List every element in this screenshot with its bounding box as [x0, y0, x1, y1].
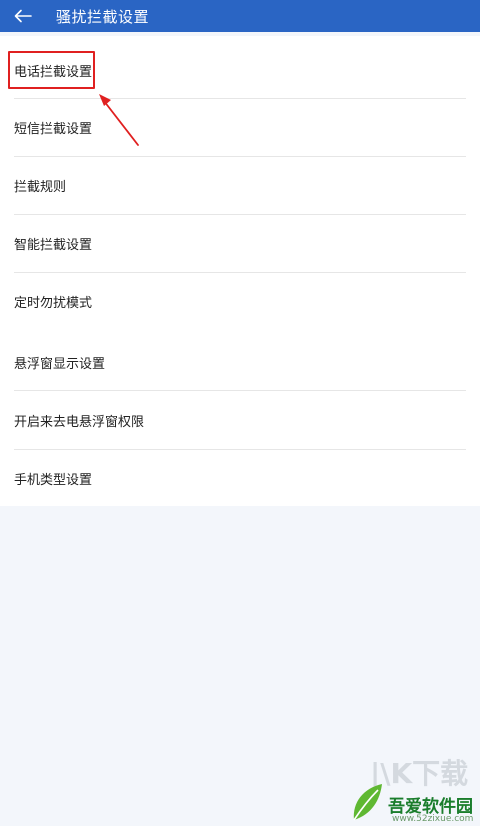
- annotation-arrow: [99, 94, 139, 146]
- watermark: |\K下载 吾爱软件园 www.52zixue.com: [340, 740, 480, 826]
- leaf-logo-icon: [353, 784, 382, 821]
- watermark-site: www.52zixue.com: [392, 814, 474, 824]
